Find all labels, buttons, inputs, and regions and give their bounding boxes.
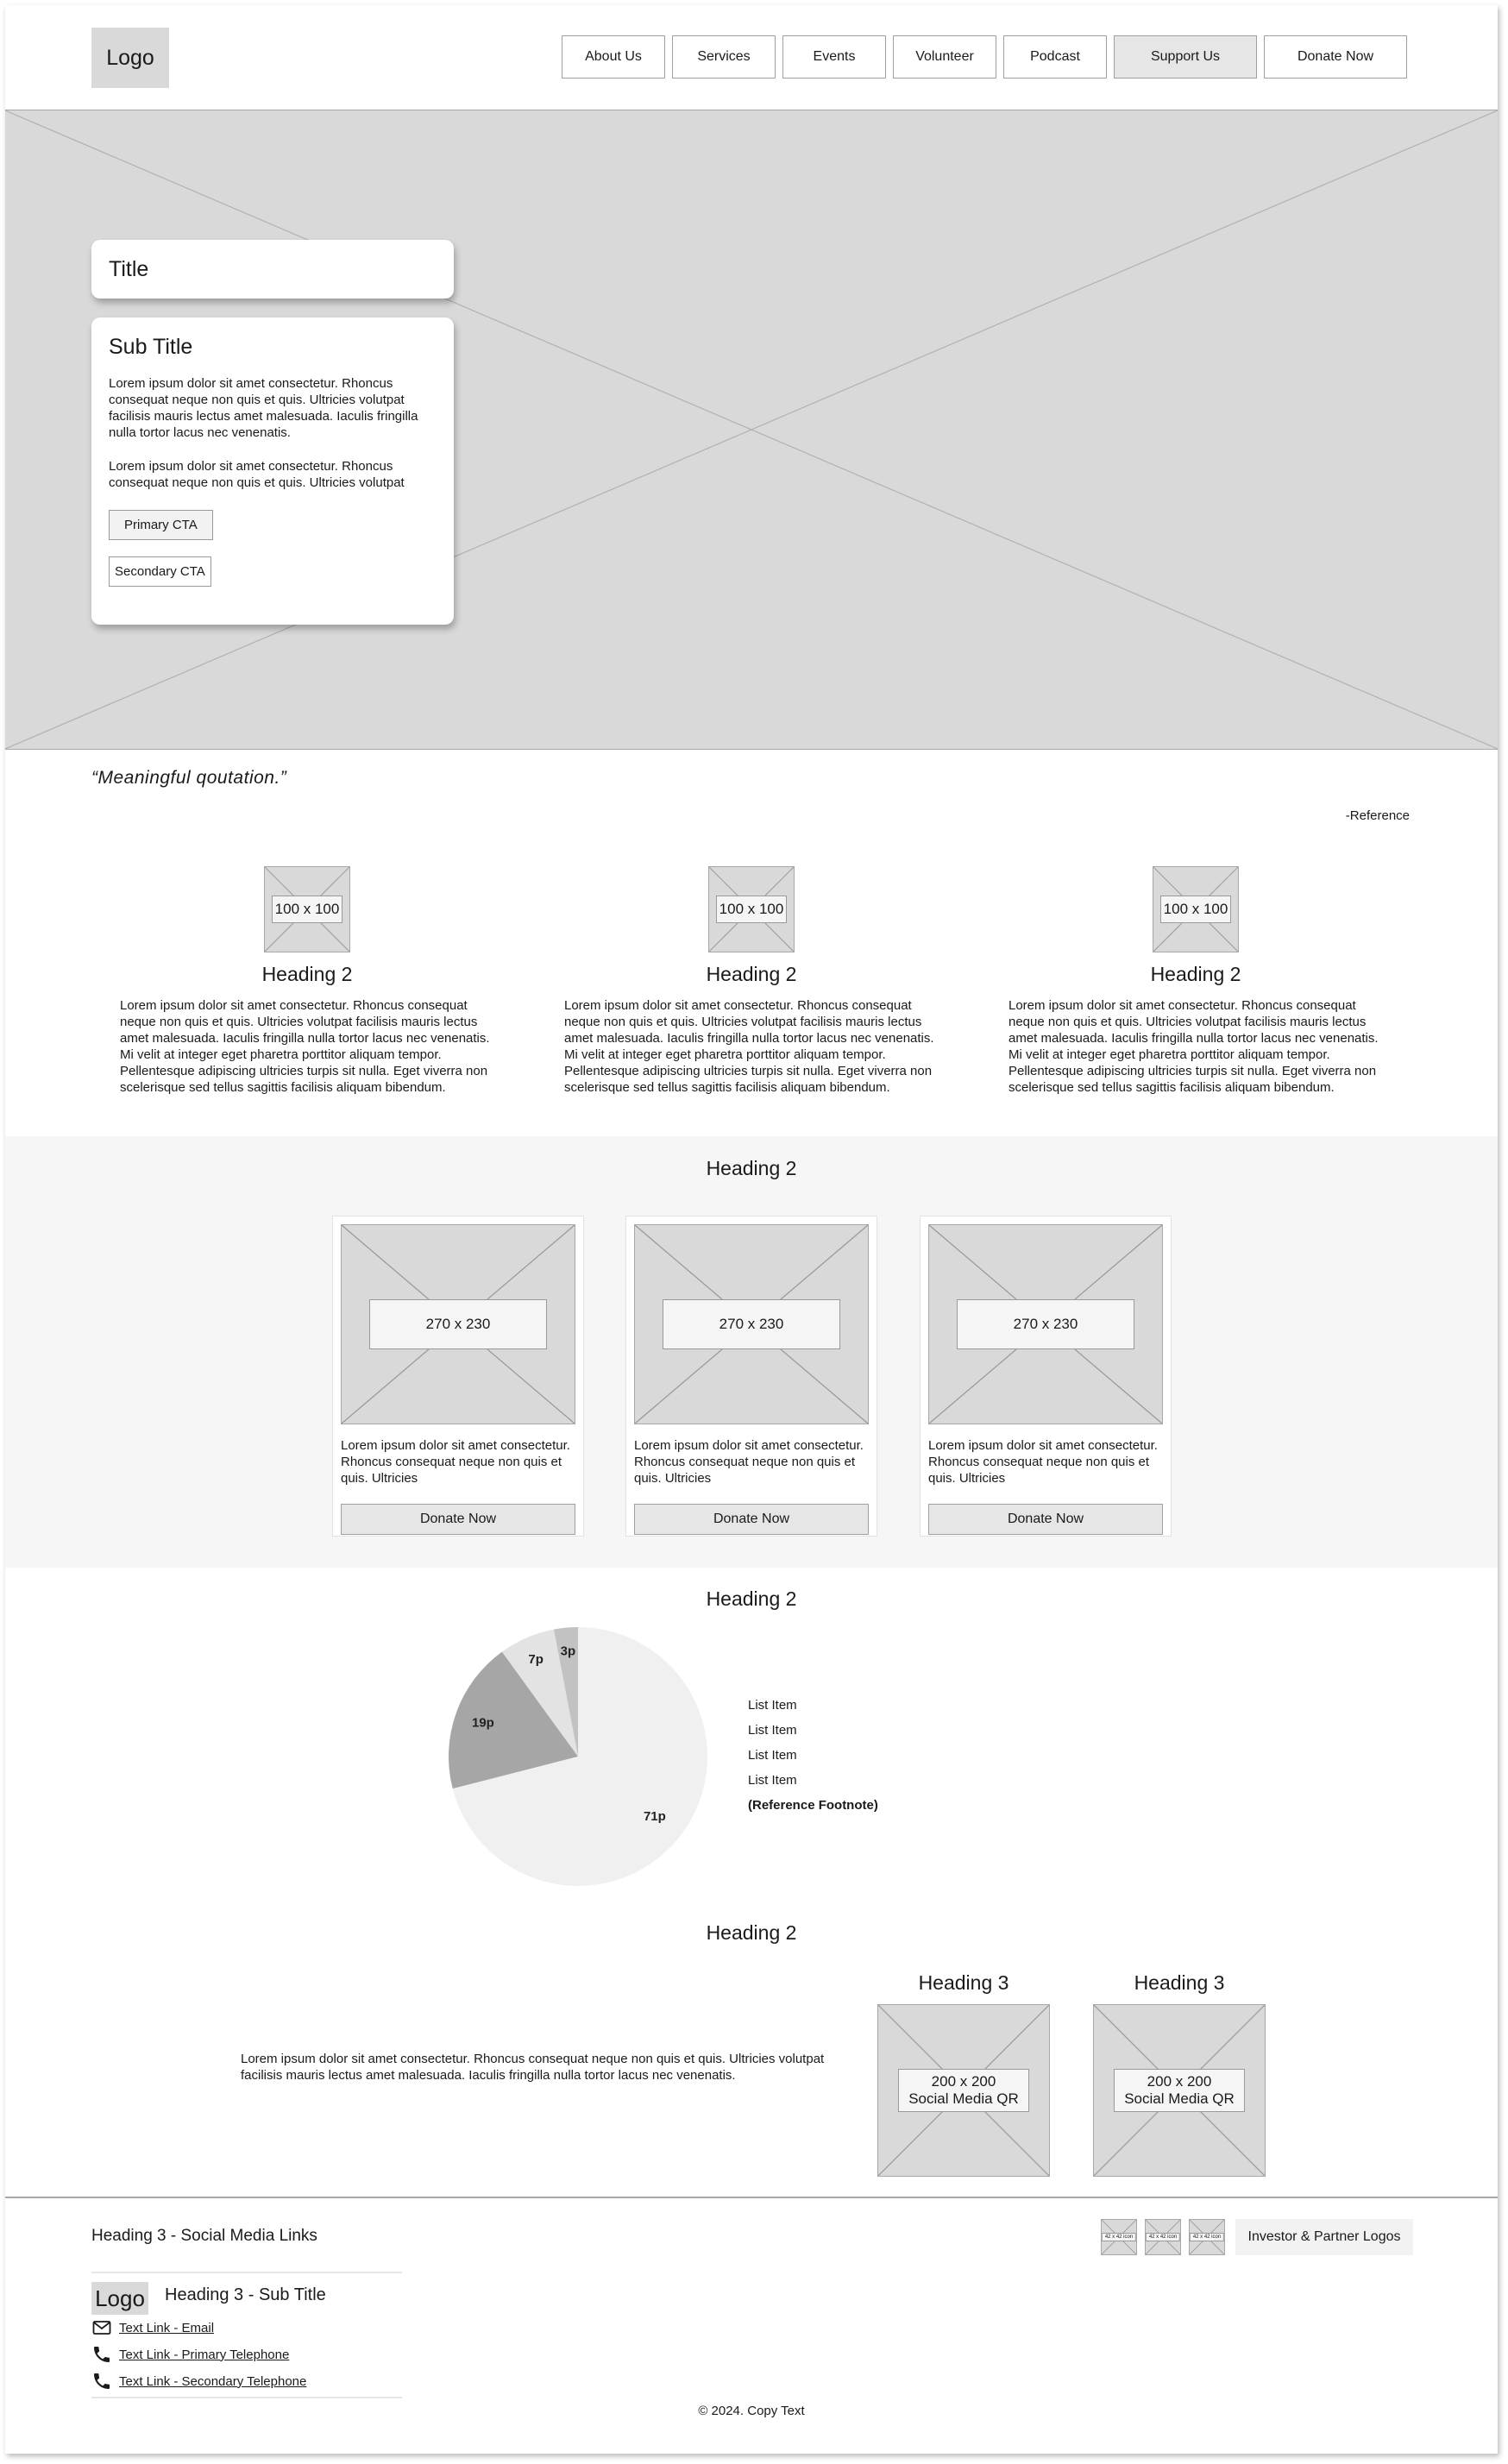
nav-services[interactable]: Services xyxy=(672,35,776,79)
icon-size-label: 42 x 42 icon xyxy=(1102,2233,1136,2241)
footer-divider xyxy=(5,2197,1498,2198)
nav-about-us[interactable]: About Us xyxy=(562,35,665,79)
list-item: List Item xyxy=(748,1698,797,1713)
nav-support-us[interactable]: Support Us xyxy=(1114,35,1257,79)
donation-image: 270 x 230 xyxy=(341,1224,575,1424)
main-nav: About Us Services Events Volunteer Podca… xyxy=(562,35,1407,79)
footer-primary-phone-link[interactable]: Text Link - Primary Telephone xyxy=(91,2344,289,2365)
footer-separator xyxy=(91,2397,402,2398)
feature-body: Lorem ipsum dolor sit amet consectetur. … xyxy=(1008,998,1379,1095)
list-item: List Item xyxy=(748,1748,797,1763)
image-size-label: 270 x 230 xyxy=(957,1299,1134,1349)
image-size-label: 200 x 200 Social Media QR xyxy=(1114,2069,1245,2112)
copyright-text: © 2024. Copy Text xyxy=(698,2404,805,2418)
pie-slice-label: 19p xyxy=(472,1715,494,1730)
primary-phone-link-text[interactable]: Text Link - Primary Telephone xyxy=(119,2348,289,2362)
icon-size-label: 42 x 42 icon xyxy=(1190,2233,1224,2241)
hero-subtitle: Sub Title xyxy=(109,335,193,359)
pie-slice-label: 7p xyxy=(528,1652,544,1667)
list-item: List Item xyxy=(748,1773,797,1788)
header-logo[interactable]: Logo xyxy=(91,28,169,88)
footer-secondary-phone-link[interactable]: Text Link - Secondary Telephone xyxy=(91,2371,306,2392)
email-icon xyxy=(92,2321,111,2335)
donation-heading: Heading 2 xyxy=(706,1157,797,1179)
partner-icons: 42 x 42 icon 42 x 42 icon 42 x 42 icon xyxy=(1101,2219,1225,2255)
partner-logo-icon[interactable]: 42 x 42 icon xyxy=(1189,2219,1225,2255)
donate-now-button[interactable]: Donate Now xyxy=(341,1504,575,1535)
footer-subtitle: Heading 3 - Sub Title xyxy=(165,2285,326,2304)
feature-body: Lorem ipsum dolor sit amet consectetur. … xyxy=(120,998,490,1095)
phone-icon xyxy=(94,2347,110,2362)
email-link-text[interactable]: Text Link - Email xyxy=(119,2321,214,2335)
nav-donate-now[interactable]: Donate Now xyxy=(1264,35,1407,79)
partner-logo-icon[interactable]: 42 x 42 icon xyxy=(1101,2219,1137,2255)
image-size-label: 270 x 230 xyxy=(369,1299,547,1349)
nav-podcast[interactable]: Podcast xyxy=(1003,35,1107,79)
chart-heading: Heading 2 xyxy=(706,1587,797,1610)
footer-logo[interactable]: Logo xyxy=(91,2282,148,2315)
feature-heading: Heading 2 xyxy=(261,963,353,985)
partner-logo-icon[interactable]: 42 x 42 icon xyxy=(1145,2219,1181,2255)
pie-slice-label: 71p xyxy=(644,1809,666,1824)
image-size-label: 270 x 230 xyxy=(663,1299,840,1349)
quote-reference: -Reference xyxy=(1345,808,1410,823)
pie-chart: 3p 7p 19p 71p xyxy=(449,1627,707,1886)
qr-heading-2: Heading 3 xyxy=(1134,1971,1225,1994)
hero-paragraph-1: Lorem ipsum dolor sit amet consectetur. … xyxy=(109,376,418,440)
image-size-label: 100 x 100 xyxy=(1160,896,1231,923)
page: Logo About Us Services Events Volunteer … xyxy=(5,5,1498,2454)
donation-image: 270 x 230 xyxy=(928,1224,1163,1424)
donation-card-2: 270 x 230 Lorem ipsum dolor sit amet con… xyxy=(625,1216,877,1537)
qr-size-text: 200 x 200 xyxy=(931,2073,996,2090)
secondary-phone-link-text[interactable]: Text Link - Secondary Telephone xyxy=(119,2374,306,2389)
icon-size-label: 42 x 42 icon xyxy=(1146,2233,1180,2241)
secondary-cta-button[interactable]: Secondary CTA xyxy=(109,556,211,587)
donation-card-text: Lorem ipsum dolor sit amet consectetur. … xyxy=(341,1438,570,1486)
nav-volunteer[interactable]: Volunteer xyxy=(893,35,996,79)
donation-card-3: 270 x 230 Lorem ipsum dolor sit amet con… xyxy=(920,1216,1172,1537)
image-size-label: 100 x 100 xyxy=(716,896,787,923)
list-item: List Item xyxy=(748,1723,797,1738)
qr-caption-text: Social Media QR xyxy=(908,2090,1019,2107)
primary-cta-button[interactable]: Primary CTA xyxy=(109,510,213,540)
qr-size-text: 200 x 200 xyxy=(1147,2073,1212,2090)
feature-image: 100 x 100 xyxy=(1153,866,1239,952)
footer-social-heading: Heading 3 - Social Media Links xyxy=(91,2227,317,2245)
qr-section-text: Lorem ipsum dolor sit amet consectetur. … xyxy=(241,2052,825,2083)
donation-image: 270 x 230 xyxy=(634,1224,869,1424)
donate-now-button[interactable]: Donate Now xyxy=(634,1504,869,1535)
pie-slice-label: 3p xyxy=(561,1644,576,1659)
nav-events[interactable]: Events xyxy=(782,35,886,79)
social-media-qr-2[interactable]: 200 x 200 Social Media QR xyxy=(1093,2004,1266,2177)
quotation: “Meaningful qoutation.” xyxy=(91,768,287,788)
image-size-label: 200 x 200 Social Media QR xyxy=(898,2069,1029,2112)
donation-card-text: Lorem ipsum dolor sit amet consectetur. … xyxy=(634,1438,864,1486)
investor-partner-logos: Investor & Partner Logos xyxy=(1235,2219,1413,2255)
hero-paragraph-2: Lorem ipsum dolor sit amet consectetur. … xyxy=(109,459,405,490)
feature-heading: Heading 2 xyxy=(1150,963,1241,985)
reference-footnote: (Reference Footnote) xyxy=(748,1798,878,1813)
qr-caption-text: Social Media QR xyxy=(1124,2090,1235,2107)
chart-list: List Item List Item List Item List Item … xyxy=(748,1693,878,1818)
donation-card-1: 270 x 230 Lorem ipsum dolor sit amet con… xyxy=(332,1216,584,1537)
phone-icon xyxy=(94,2373,110,2389)
social-media-qr-1[interactable]: 200 x 200 Social Media QR xyxy=(877,2004,1050,2177)
image-size-label: 100 x 100 xyxy=(272,896,342,923)
qr-section-heading: Heading 2 xyxy=(706,1921,797,1944)
hero-title: Title xyxy=(91,240,454,299)
footer-separator xyxy=(91,2272,402,2273)
feature-image: 100 x 100 xyxy=(708,866,795,952)
feature-body: Lorem ipsum dolor sit amet consectetur. … xyxy=(564,998,934,1095)
feature-heading: Heading 2 xyxy=(706,963,797,985)
feature-image: 100 x 100 xyxy=(264,866,350,952)
footer-email-link[interactable]: Text Link - Email xyxy=(91,2317,214,2338)
qr-heading-1: Heading 3 xyxy=(918,1971,1009,1994)
hero-subtitle-card: Sub Title Lorem ipsum dolor sit amet con… xyxy=(91,317,454,625)
donate-now-button[interactable]: Donate Now xyxy=(928,1504,1163,1535)
donation-card-text: Lorem ipsum dolor sit amet consectetur. … xyxy=(928,1438,1158,1486)
